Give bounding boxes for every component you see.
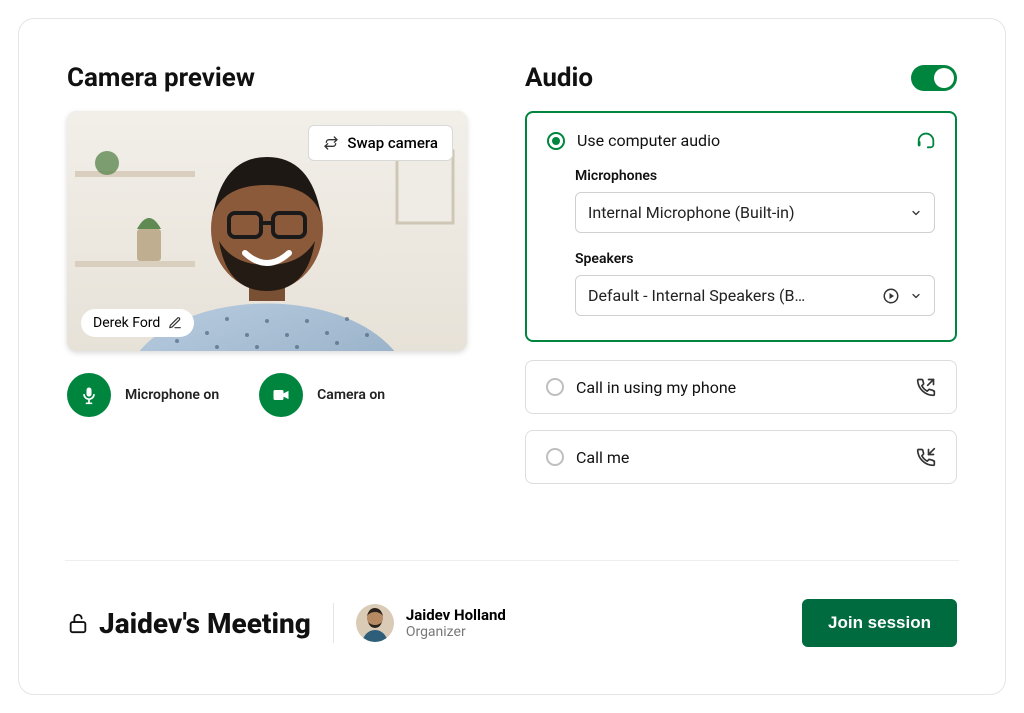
chevron-down-icon bbox=[910, 207, 922, 219]
phone-out-icon bbox=[916, 377, 936, 397]
preview-user-name: Derek Ford bbox=[93, 315, 160, 331]
call-me-option[interactable]: Call me bbox=[525, 430, 957, 484]
name-chip[interactable]: Derek Ford bbox=[81, 309, 194, 337]
camera-status-label: Camera on bbox=[317, 387, 385, 403]
edit-icon bbox=[168, 316, 182, 330]
microphone-dropdown[interactable]: Internal Microphone (Built-in) bbox=[575, 192, 935, 233]
radio-call-in[interactable] bbox=[546, 378, 564, 396]
call-in-option[interactable]: Call in using my phone bbox=[525, 360, 957, 414]
microphones-label: Microphones bbox=[575, 168, 935, 184]
unlock-icon bbox=[67, 610, 89, 636]
chevron-down-icon bbox=[910, 290, 922, 302]
audio-column: Audio Use computer audio Microphones bbox=[525, 63, 957, 500]
swap-camera-button[interactable]: Swap camera bbox=[308, 125, 453, 161]
vertical-divider bbox=[333, 603, 334, 643]
organizer-block: Jaidev Holland Organizer bbox=[356, 604, 506, 642]
organizer-name: Jaidev Holland bbox=[406, 606, 506, 624]
audio-title: Audio bbox=[525, 63, 593, 93]
camera-preview-title: Camera preview bbox=[67, 63, 467, 93]
microphone-toggle-button[interactable] bbox=[67, 373, 111, 417]
divider bbox=[65, 560, 959, 561]
call-me-label: Call me bbox=[576, 448, 629, 467]
call-in-label: Call in using my phone bbox=[576, 378, 736, 397]
speaker-selected-value: Default - Internal Speakers (B… bbox=[588, 286, 805, 305]
speakers-label: Speakers bbox=[575, 251, 935, 267]
meeting-title: Jaidev's Meeting bbox=[99, 607, 311, 640]
microphone-status-label: Microphone on bbox=[125, 387, 219, 403]
organizer-role: Organizer bbox=[406, 624, 506, 640]
audio-toggle[interactable] bbox=[911, 65, 957, 91]
radio-call-me[interactable] bbox=[546, 448, 564, 466]
radio-computer-audio[interactable] bbox=[547, 132, 565, 150]
camera-icon bbox=[271, 385, 291, 405]
use-computer-audio-option[interactable]: Use computer audio Microphones Internal … bbox=[525, 111, 957, 342]
microphone-icon bbox=[79, 385, 99, 405]
swap-icon bbox=[323, 135, 339, 151]
swap-camera-label: Swap camera bbox=[347, 134, 438, 152]
use-computer-audio-label: Use computer audio bbox=[577, 131, 720, 150]
microphone-selected-value: Internal Microphone (Built-in) bbox=[588, 203, 795, 222]
prejoin-panel: Camera preview bbox=[18, 18, 1006, 695]
phone-in-icon bbox=[916, 447, 936, 467]
play-test-icon[interactable] bbox=[882, 287, 900, 305]
media-controls: Microphone on Camera on bbox=[67, 373, 467, 417]
footer: Jaidev's Meeting Jaidev Holland Organize… bbox=[67, 599, 957, 647]
organizer-avatar bbox=[356, 604, 394, 642]
join-session-button[interactable]: Join session bbox=[802, 599, 957, 647]
camera-column: Camera preview bbox=[67, 63, 467, 500]
headset-icon bbox=[915, 129, 937, 151]
camera-toggle-button[interactable] bbox=[259, 373, 303, 417]
camera-preview: Swap camera Derek Ford bbox=[67, 111, 467, 351]
speaker-dropdown[interactable]: Default - Internal Speakers (B… bbox=[575, 275, 935, 316]
